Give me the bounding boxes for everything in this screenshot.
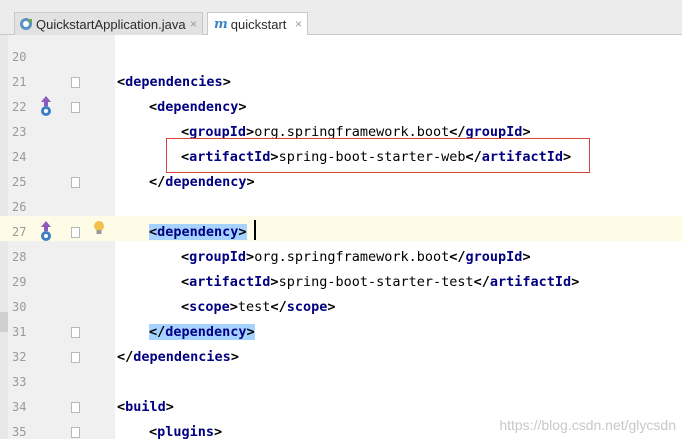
line-number: 26	[12, 200, 27, 214]
maven-dependency-gutter-icon[interactable]	[38, 220, 54, 247]
lightbulb-icon[interactable]	[93, 220, 105, 241]
code-line: </dependency>	[149, 174, 255, 190]
line-number: 21	[12, 75, 27, 89]
line-number: 35	[12, 425, 27, 439]
line-number: 33	[12, 375, 27, 389]
code-line: <dependencies>	[117, 74, 231, 90]
fold-marker[interactable]	[71, 102, 80, 113]
tab-quickstart-application-java[interactable]: QuickstartApplication.java ×	[14, 12, 203, 35]
code-line: <build>	[117, 399, 174, 415]
code-line: <artifactId>spring-boot-starter-test</ar…	[181, 274, 580, 290]
line-number: 34	[12, 400, 27, 414]
close-icon[interactable]: ×	[190, 17, 197, 31]
maven-dependency-gutter-icon[interactable]	[38, 95, 54, 122]
code-line: <dependency>	[149, 99, 247, 115]
tab-quickstart-pom[interactable]: m quickstart ×	[207, 12, 308, 35]
line-number: 22	[12, 100, 27, 114]
code-line: <plugins>	[149, 424, 223, 439]
code-line: </dependency>	[149, 320, 255, 345]
line-number: 20	[12, 50, 27, 64]
line-number: 32	[12, 350, 27, 364]
selected-tag: </dependency>	[149, 324, 255, 340]
maven-icon: m	[214, 16, 228, 32]
code-line: <scope>test</scope>	[181, 299, 336, 315]
fold-marker[interactable]	[71, 327, 80, 338]
close-icon[interactable]: ×	[295, 17, 302, 31]
fold-marker[interactable]	[71, 427, 80, 438]
line-number: 31	[12, 325, 27, 339]
line-number: 28	[12, 250, 27, 264]
code-line: </dependencies>	[117, 349, 239, 365]
tab-label: quickstart	[230, 16, 287, 32]
watermark: https://blog.csdn.net/glycsdn	[499, 417, 676, 433]
fold-marker[interactable]	[71, 352, 80, 363]
code-line: <groupId>org.springframework.boot</group…	[181, 249, 531, 265]
line-number: 23	[12, 125, 27, 139]
line-number: 30	[12, 300, 27, 314]
fold-marker[interactable]	[71, 227, 80, 238]
line-number: 24	[12, 150, 27, 164]
fold-marker[interactable]	[71, 77, 80, 88]
line-number: 27	[12, 225, 27, 239]
fold-marker[interactable]	[71, 177, 80, 188]
spring-class-icon	[19, 17, 33, 31]
line-number: 29	[12, 275, 27, 289]
fold-marker[interactable]	[71, 402, 80, 413]
annotation-highlight-box	[166, 138, 590, 173]
text-caret	[254, 220, 256, 240]
selected-tag: <dependency>	[149, 224, 247, 240]
tab-label: QuickstartApplication.java	[36, 16, 186, 32]
code-editor[interactable]: 20 21 22 23 24 25 26 27 28 29 30 31 32 3…	[0, 35, 682, 439]
editor-tab-bar: QuickstartApplication.java × m quickstar…	[0, 0, 682, 35]
code-line: <dependency>	[149, 220, 247, 245]
line-number: 25	[12, 175, 27, 189]
